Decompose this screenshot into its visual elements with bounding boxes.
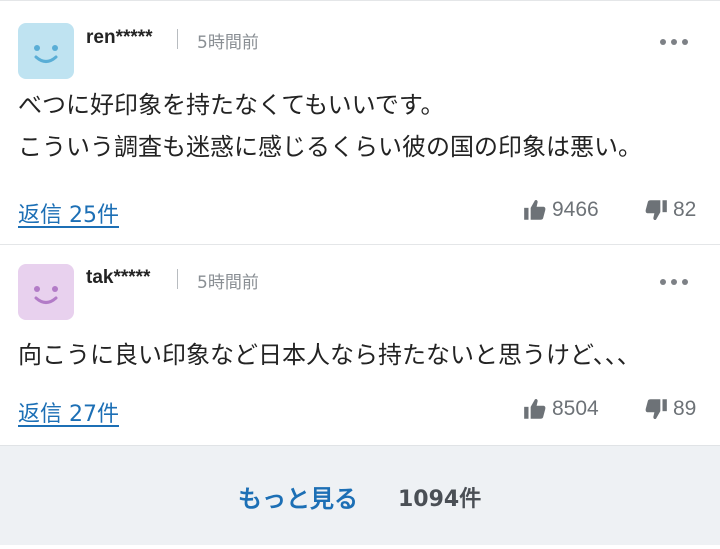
load-more-button[interactable]: もっと見る — [238, 479, 358, 514]
like-count: 9466 — [552, 198, 599, 221]
load-more-bar[interactable]: もっと見る 1094件 — [0, 445, 720, 545]
dot-icon — [682, 279, 688, 285]
user-avatar[interactable] — [18, 23, 74, 79]
like-button[interactable]: 8504 — [522, 396, 599, 422]
like-count: 8504 — [552, 397, 599, 420]
thumbs-up-icon — [524, 398, 546, 419]
comment-body: べつに好印象を持たなくてもいいです。 こういう調査も迷惑に感じるくらい彼の国の印… — [18, 84, 642, 168]
dislike-button[interactable]: 82 — [643, 197, 696, 223]
reply-link[interactable]: 返信 25件 — [18, 197, 119, 229]
thumbs-down-icon — [645, 200, 667, 221]
dot-icon — [682, 39, 688, 45]
dislike-count: 89 — [673, 397, 697, 420]
username[interactable]: ren***** — [86, 27, 153, 49]
dot-icon — [671, 279, 677, 285]
comment-card: ren***** 5時間前 べつに好印象を持たなくてもいいです。 こういう調査も… — [0, 0, 720, 244]
username[interactable]: tak***** — [86, 267, 150, 289]
dot-icon — [671, 39, 677, 45]
bottom-divider — [0, 545, 720, 549]
thumbs-up-icon — [524, 199, 546, 220]
smiley-face-icon — [34, 286, 58, 304]
comment-line: べつに好印象を持たなくてもいいです。 — [18, 91, 445, 119]
comment-line: こういう調査も迷惑に感じるくらい彼の国の印象は悪い。 — [18, 133, 642, 161]
comment-card: tak***** 5時間前 向こうに良い印象など日本人なら持たないと思うけど、、… — [0, 244, 720, 445]
comment-line: 向こうに良い印象など日本人なら持たないと思うけど、、、 — [18, 341, 641, 369]
divider — [177, 269, 178, 289]
more-options-button[interactable] — [660, 39, 688, 45]
user-avatar[interactable] — [18, 264, 74, 320]
dislike-count: 82 — [673, 198, 697, 221]
dot-icon — [660, 39, 666, 45]
dislike-button[interactable]: 89 — [643, 396, 696, 422]
total-comment-count: 1094件 — [398, 487, 482, 512]
timestamp: 5時間前 — [197, 33, 259, 53]
timestamp: 5時間前 — [197, 273, 259, 293]
comment-body: 向こうに良い印象など日本人なら持たないと思うけど、、、 — [18, 334, 641, 376]
reply-link[interactable]: 返信 27件 — [18, 396, 119, 428]
divider — [177, 29, 178, 49]
dot-icon — [660, 279, 666, 285]
smiley-face-icon — [34, 45, 58, 63]
thumbs-down-icon — [645, 399, 667, 420]
more-options-button[interactable] — [660, 279, 688, 285]
like-button[interactable]: 9466 — [522, 197, 599, 223]
